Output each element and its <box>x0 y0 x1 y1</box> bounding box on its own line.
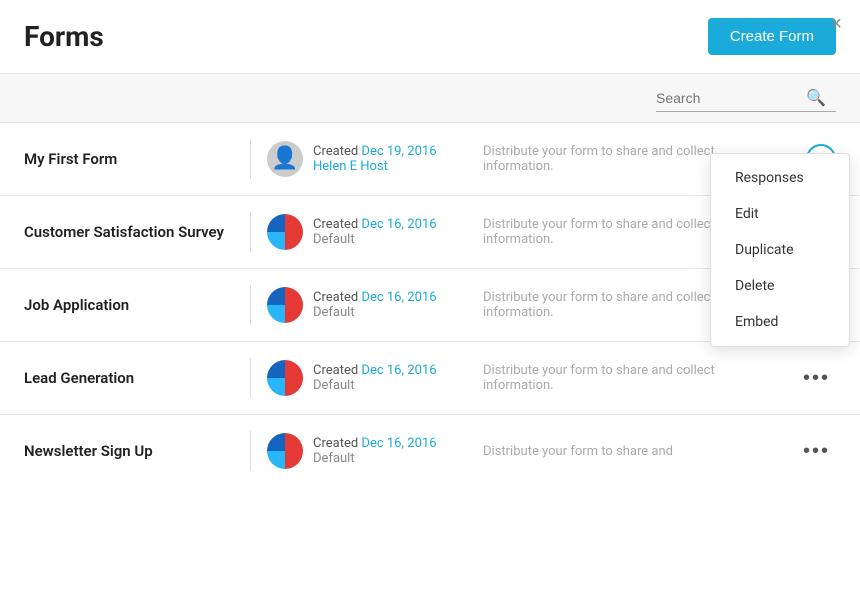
form-description: Distribute your form to share and collec… <box>467 363 787 393</box>
form-divider <box>250 212 251 252</box>
form-meta: Created Dec 16, 2016 Default <box>267 287 467 323</box>
form-meta: Created Dec 16, 2016 Default <box>267 433 467 469</box>
meta-user: Default <box>313 451 437 466</box>
meta-user: Helen E Host <box>313 159 437 174</box>
form-divider <box>250 285 251 325</box>
form-name: Job Application <box>24 296 234 314</box>
meta-user: Default <box>313 378 437 393</box>
avatar: 👤 <box>267 141 303 177</box>
dropdown-item-edit[interactable]: Edit <box>711 196 849 232</box>
created-date: Created Dec 16, 2016 <box>313 436 437 451</box>
created-date: Created Dec 16, 2016 <box>313 217 437 232</box>
meta-text: Created Dec 16, 2016 Default <box>313 217 437 247</box>
form-name: Customer Satisfaction Survey <box>24 223 234 241</box>
form-description: Distribute your form to share and collec… <box>467 144 747 174</box>
form-actions: ••• <box>797 437 836 465</box>
created-date: Created Dec 16, 2016 <box>313 363 437 378</box>
form-divider <box>250 139 251 179</box>
form-name: Newsletter Sign Up <box>24 442 234 460</box>
form-name: Lead Generation <box>24 369 234 387</box>
create-form-button[interactable]: Create Form <box>708 18 836 55</box>
avatar-pie <box>267 433 303 469</box>
more-button[interactable]: ••• <box>797 437 836 465</box>
created-date: Created Dec 19, 2016 <box>313 144 437 159</box>
avatar-pie <box>267 214 303 250</box>
form-description: Distribute your form to share and collec… <box>467 290 747 320</box>
form-divider <box>250 358 251 398</box>
meta-text: Created Dec 16, 2016 Default <box>313 290 437 320</box>
search-bar-row: 🔍 <box>0 74 860 123</box>
meta-text: Created Dec 19, 2016 Helen E Host <box>313 144 437 174</box>
close-button[interactable]: × <box>830 14 842 34</box>
form-row: My First Form 👤 Created Dec 19, 2016 Hel… <box>0 123 860 196</box>
form-meta: 👤 Created Dec 19, 2016 Helen E Host <box>267 141 467 177</box>
header: Forms Create Form × <box>0 0 860 74</box>
form-meta: Created Dec 16, 2016 Default <box>267 360 467 396</box>
search-icon: 🔍 <box>806 88 826 107</box>
page-title: Forms <box>24 20 104 53</box>
form-meta: Created Dec 16, 2016 Default <box>267 214 467 250</box>
form-row: Newsletter Sign Up Created Dec 16, 2016 … <box>0 415 860 487</box>
search-input[interactable] <box>656 90 806 106</box>
created-date: Created Dec 16, 2016 <box>313 290 437 305</box>
search-wrapper: 🔍 <box>656 88 836 112</box>
form-actions: ••• <box>797 364 836 392</box>
dropdown-item-duplicate[interactable]: Duplicate <box>711 232 849 268</box>
avatar-pie <box>267 360 303 396</box>
more-button[interactable]: ••• <box>797 364 836 392</box>
form-name: My First Form <box>24 150 234 168</box>
meta-text: Created Dec 16, 2016 Default <box>313 436 437 466</box>
form-description: Distribute your form to share and <box>467 444 787 459</box>
meta-user: Default <box>313 305 437 320</box>
avatar-pie <box>267 287 303 323</box>
dropdown-item-responses[interactable]: Responses <box>711 160 849 196</box>
meta-text: Created Dec 16, 2016 Default <box>313 363 437 393</box>
form-row: Lead Generation Created Dec 16, 2016 Def… <box>0 342 860 415</box>
form-divider <box>250 431 251 471</box>
dropdown-menu: Responses Edit Duplicate Delete Embed <box>710 153 850 347</box>
dropdown-item-delete[interactable]: Delete <box>711 268 849 304</box>
meta-user: Default <box>313 232 437 247</box>
person-icon: 👤 <box>271 148 298 170</box>
forms-list: My First Form 👤 Created Dec 19, 2016 Hel… <box>0 123 860 487</box>
dropdown-item-embed[interactable]: Embed <box>711 304 849 340</box>
